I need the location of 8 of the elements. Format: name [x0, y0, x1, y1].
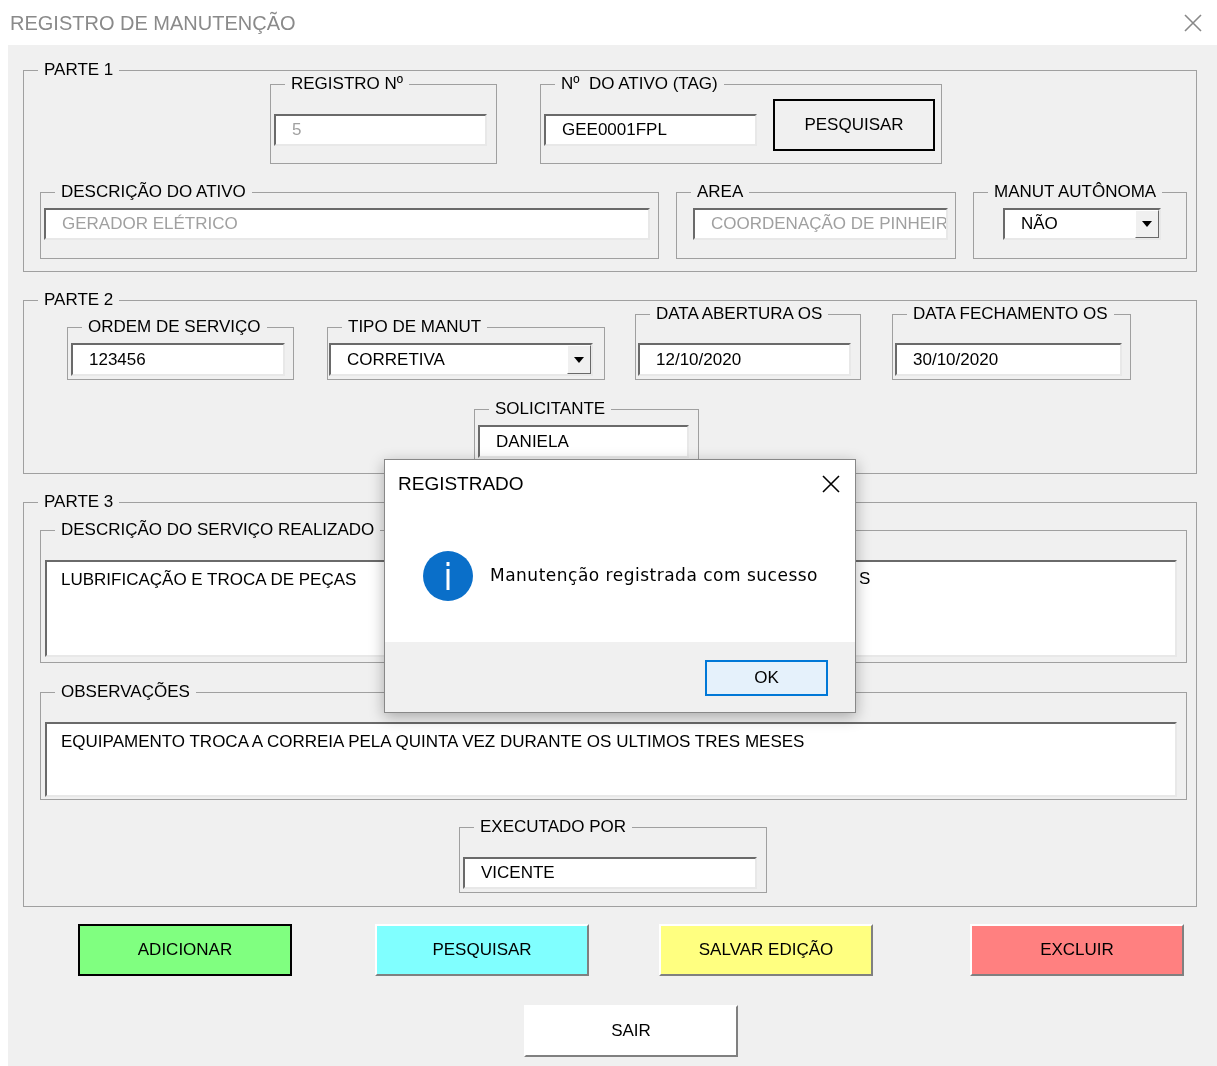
field-text: S: [859, 568, 871, 590]
dialog-title: REGISTRADO: [398, 471, 524, 496]
dialog-message: Manutenção registrada com sucesso: [490, 564, 818, 588]
group-label: OBSERVAÇÕES: [55, 681, 196, 703]
group-label: Nº DO ATIVO (TAG): [555, 73, 724, 95]
window-title: REGISTRO DE MANUTENÇÃO: [10, 10, 296, 36]
group-label: DESCRIÇÃO DO ATIVO: [55, 181, 252, 203]
group-label: DESCRIÇÃO DO SERVIÇO REALIZADO: [55, 519, 381, 541]
